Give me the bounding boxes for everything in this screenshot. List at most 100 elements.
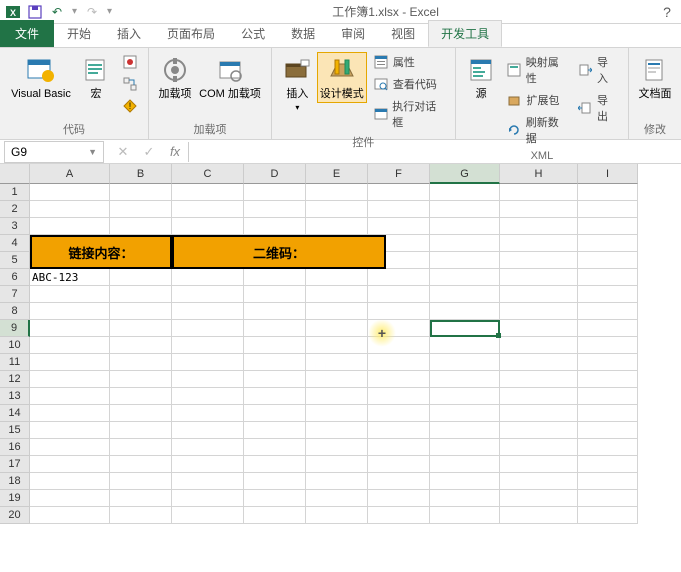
cell-F11[interactable]: [368, 354, 430, 371]
cell-H2[interactable]: [500, 201, 578, 218]
row-header-17[interactable]: 17: [0, 456, 30, 473]
cell-B3[interactable]: [110, 218, 172, 235]
column-header-H[interactable]: H: [500, 164, 578, 184]
cell-I4[interactable]: [578, 235, 638, 252]
row-header-16[interactable]: 16: [0, 439, 30, 456]
merged-cell-qrcode[interactable]: 二维码：: [172, 235, 386, 269]
cell-E2[interactable]: [306, 201, 368, 218]
cell-H7[interactable]: [500, 286, 578, 303]
cell-E13[interactable]: [306, 388, 368, 405]
cell-A18[interactable]: [30, 473, 110, 490]
cell-H11[interactable]: [500, 354, 578, 371]
cell-C3[interactable]: [172, 218, 244, 235]
cell-A12[interactable]: [30, 371, 110, 388]
cell-H19[interactable]: [500, 490, 578, 507]
cell-G19[interactable]: [430, 490, 500, 507]
row-header-12[interactable]: 12: [0, 371, 30, 388]
cell-F16[interactable]: [368, 439, 430, 456]
tab-data[interactable]: 数据: [278, 20, 328, 47]
qat-dropdown-icon[interactable]: ▾: [107, 6, 112, 17]
cell-E9[interactable]: [306, 320, 368, 337]
excel-icon[interactable]: X: [4, 3, 22, 21]
cell-H20[interactable]: [500, 507, 578, 524]
cell-G12[interactable]: [430, 371, 500, 388]
cell-E17[interactable]: [306, 456, 368, 473]
cell-F14[interactable]: [368, 405, 430, 422]
cell-G7[interactable]: [430, 286, 500, 303]
record-macro-button[interactable]: [118, 52, 142, 72]
cell-H13[interactable]: [500, 388, 578, 405]
cell-F13[interactable]: [368, 388, 430, 405]
cell-C1[interactable]: [172, 184, 244, 201]
cell-E7[interactable]: [306, 286, 368, 303]
cell-F19[interactable]: [368, 490, 430, 507]
cell-B7[interactable]: [110, 286, 172, 303]
com-addins-button[interactable]: COM 加载项: [195, 52, 265, 103]
cell-I19[interactable]: [578, 490, 638, 507]
formula-input[interactable]: [188, 142, 681, 162]
cell-F18[interactable]: [368, 473, 430, 490]
cell-A6[interactable]: ABC-123: [30, 269, 110, 286]
macro-security-button[interactable]: !: [118, 96, 142, 116]
cell-C17[interactable]: [172, 456, 244, 473]
view-code-button[interactable]: 查看代码: [369, 74, 449, 94]
cell-H17[interactable]: [500, 456, 578, 473]
cell-F12[interactable]: [368, 371, 430, 388]
cell-D6[interactable]: [244, 269, 306, 286]
cell-F2[interactable]: [368, 201, 430, 218]
cell-A10[interactable]: [30, 337, 110, 354]
cell-G11[interactable]: [430, 354, 500, 371]
cell-H8[interactable]: [500, 303, 578, 320]
row-header-20[interactable]: 20: [0, 507, 30, 524]
row-header-6[interactable]: 6: [0, 269, 30, 286]
run-dialog-button[interactable]: 执行对话框: [369, 96, 449, 132]
column-header-E[interactable]: E: [306, 164, 368, 184]
tab-insert[interactable]: 插入: [104, 20, 154, 47]
cell-G4[interactable]: [430, 235, 500, 252]
row-header-10[interactable]: 10: [0, 337, 30, 354]
cell-D11[interactable]: [244, 354, 306, 371]
cell-H18[interactable]: [500, 473, 578, 490]
cell-F10[interactable]: [368, 337, 430, 354]
cell-I11[interactable]: [578, 354, 638, 371]
row-header-19[interactable]: 19: [0, 490, 30, 507]
cell-F1[interactable]: [368, 184, 430, 201]
cell-D8[interactable]: [244, 303, 306, 320]
cell-A2[interactable]: [30, 201, 110, 218]
cell-D14[interactable]: [244, 405, 306, 422]
cell-B20[interactable]: [110, 507, 172, 524]
tab-review[interactable]: 审阅: [328, 20, 378, 47]
cell-F15[interactable]: [368, 422, 430, 439]
row-header-1[interactable]: 1: [0, 184, 30, 201]
cell-D13[interactable]: [244, 388, 306, 405]
column-header-I[interactable]: I: [578, 164, 638, 184]
undo-icon[interactable]: ↶: [48, 3, 66, 21]
cell-C8[interactable]: [172, 303, 244, 320]
cell-G3[interactable]: [430, 218, 500, 235]
cell-D2[interactable]: [244, 201, 306, 218]
cell-D15[interactable]: [244, 422, 306, 439]
cell-D3[interactable]: [244, 218, 306, 235]
tab-file[interactable]: 文件: [0, 20, 54, 47]
cell-G15[interactable]: [430, 422, 500, 439]
cell-E15[interactable]: [306, 422, 368, 439]
cell-F17[interactable]: [368, 456, 430, 473]
cell-F6[interactable]: [368, 269, 430, 286]
redo-icon[interactable]: ↷: [83, 3, 101, 21]
column-header-A[interactable]: A: [30, 164, 110, 184]
insert-control-button[interactable]: 插入▾: [278, 52, 317, 116]
document-panel-button[interactable]: 文档面: [635, 52, 675, 103]
cell-B9[interactable]: [110, 320, 172, 337]
column-header-F[interactable]: F: [368, 164, 430, 184]
merged-cell-link-content[interactable]: 链接内容：: [30, 235, 172, 269]
cell-H10[interactable]: [500, 337, 578, 354]
cell-B12[interactable]: [110, 371, 172, 388]
cell-B18[interactable]: [110, 473, 172, 490]
select-all-corner[interactable]: [0, 164, 30, 184]
row-header-11[interactable]: 11: [0, 354, 30, 371]
cell-A1[interactable]: [30, 184, 110, 201]
cell-B15[interactable]: [110, 422, 172, 439]
cell-E19[interactable]: [306, 490, 368, 507]
cell-A13[interactable]: [30, 388, 110, 405]
column-header-G[interactable]: G: [430, 164, 500, 184]
